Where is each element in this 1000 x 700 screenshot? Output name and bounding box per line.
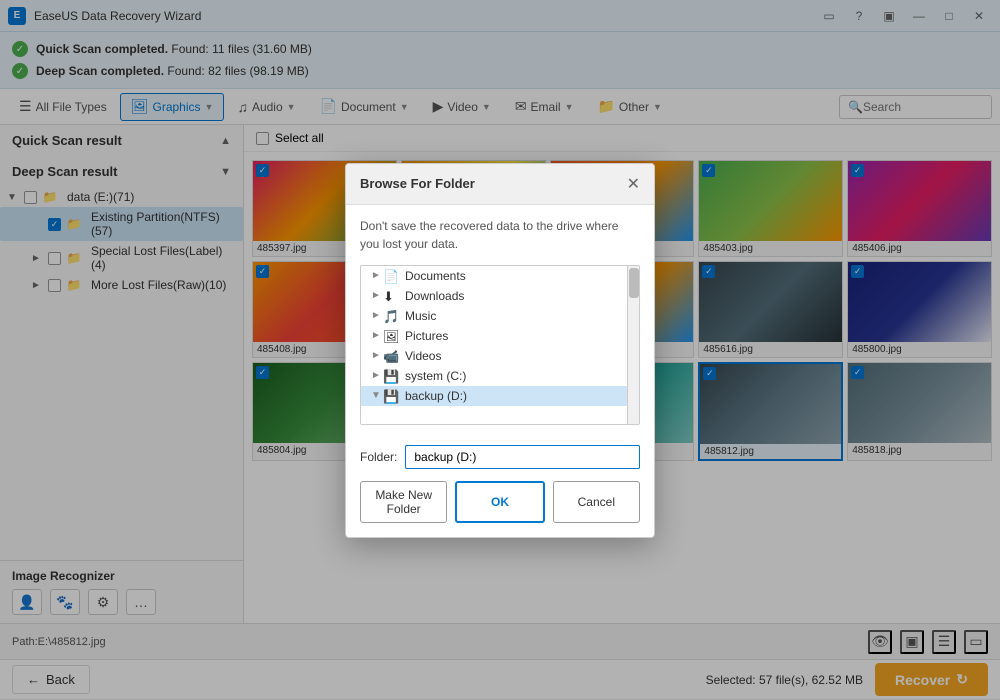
system-c-label: system (C:)	[405, 369, 466, 383]
backup-d-label: backup (D:)	[405, 389, 467, 403]
dialog-overlay: Browse For Folder ✕ Don't save the recov…	[0, 0, 1000, 700]
documents-expander: ►	[369, 270, 383, 281]
system-c-expander: ►	[369, 370, 383, 381]
downloads-label: Downloads	[405, 289, 464, 303]
folder-input[interactable]	[405, 445, 640, 469]
dialog-tree-videos[interactable]: ► 📹 Videos	[361, 346, 627, 366]
pictures-expander: ►	[369, 330, 383, 341]
pictures-folder-icon: 🖼	[383, 329, 401, 343]
dialog-tree-downloads[interactable]: ► ⬇ Downloads	[361, 286, 627, 306]
videos-expander: ►	[369, 350, 383, 361]
documents-folder-icon: 📄	[383, 269, 401, 283]
dialog-buttons: Make New Folder OK Cancel	[346, 473, 654, 537]
backup-d-expander: ▼	[369, 390, 383, 401]
downloads-folder-icon: ⬇	[383, 289, 401, 303]
documents-label: Documents	[405, 269, 466, 283]
system-c-icon: 💾	[383, 369, 401, 383]
backup-d-icon: 💾	[383, 389, 401, 403]
music-folder-icon: 🎵	[383, 309, 401, 323]
dialog-title-bar: Browse For Folder ✕	[346, 164, 654, 205]
dialog-tree-scrollbar-thumb[interactable]	[629, 268, 639, 298]
dialog-close-button[interactable]: ✕	[627, 174, 640, 194]
videos-label: Videos	[405, 349, 441, 363]
pictures-label: Pictures	[405, 329, 448, 343]
browse-folder-dialog: Browse For Folder ✕ Don't save the recov…	[345, 163, 655, 538]
dialog-folder-tree: ► 📄 Documents ► ⬇ Downloads ► 🎵 Music	[360, 265, 640, 425]
dialog-tree-pictures[interactable]: ► 🖼 Pictures	[361, 326, 627, 346]
dialog-warning: Don't save the recovered data to the dri…	[360, 217, 640, 253]
dialog-tree-backup-d[interactable]: ▼ 💾 backup (D:)	[361, 386, 627, 406]
videos-folder-icon: 📹	[383, 349, 401, 363]
music-expander: ►	[369, 310, 383, 321]
dialog-body: Don't save the recovered data to the dri…	[346, 205, 654, 437]
dialog-title: Browse For Folder	[360, 176, 475, 191]
music-label: Music	[405, 309, 436, 323]
dialog-tree-documents[interactable]: ► 📄 Documents	[361, 266, 627, 286]
dialog-tree-scrollbar[interactable]	[627, 266, 639, 424]
dialog-folder-row: Folder:	[346, 437, 654, 473]
dialog-tree-system-c[interactable]: ► 💾 system (C:)	[361, 366, 627, 386]
folder-label: Folder:	[360, 450, 397, 464]
cancel-button[interactable]: Cancel	[553, 481, 640, 523]
ok-button[interactable]: OK	[455, 481, 544, 523]
dialog-tree-music[interactable]: ► 🎵 Music	[361, 306, 627, 326]
downloads-expander: ►	[369, 290, 383, 301]
make-new-folder-button[interactable]: Make New Folder	[360, 481, 447, 523]
